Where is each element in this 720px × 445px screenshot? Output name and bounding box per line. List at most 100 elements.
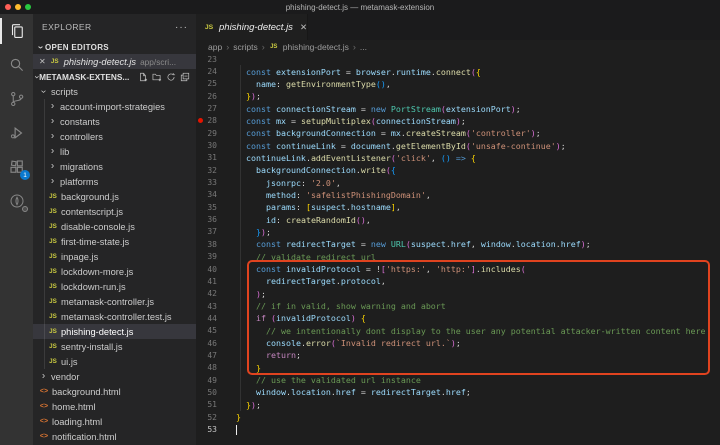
code-line-27[interactable]: 27 const connectionStream = new PortStre… [196,102,720,114]
js-file-icon: JS [48,343,58,350]
source-control-icon[interactable] [0,82,33,116]
code-line-52[interactable]: 52} [196,411,720,423]
code-line-39[interactable]: 39 // validate redirect url [196,251,720,263]
code-line-47[interactable]: 47 return; [196,349,720,361]
code-line-36[interactable]: 36 id: createRandomId(), [196,213,720,225]
chevron-right-icon: › [48,146,57,157]
code-line-33[interactable]: 33 jsonrpc: '2.0', [196,176,720,188]
code-line-24[interactable]: 24 const extensionPort = browser.runtime… [196,65,720,77]
code-text: } [217,363,261,373]
code-line-41[interactable]: 41 redirectTarget.protocol, [196,275,720,287]
code-line-50[interactable]: 50 window.location.href = redirectTarget… [196,386,720,398]
tree-item-migrations[interactable]: ›migrations [33,159,196,174]
tree-item-vendor[interactable]: ›vendor [33,369,196,384]
breadcrumb-item[interactable]: app [208,42,222,52]
code-line-30[interactable]: 30 const continueLink = document.getElem… [196,139,720,151]
breakpoint-icon[interactable] [196,118,204,123]
tree-item-account-import-strategies[interactable]: ›account-import-strategies [33,99,196,114]
workspace-section[interactable]: › METAMASK-EXTENS... [33,69,196,84]
tree-item-sentry-install-js[interactable]: JSsentry-install.js [33,339,196,354]
collapse-all-icon[interactable] [180,72,190,82]
line-number: 46 [204,339,217,348]
tree-item-disable-console-js[interactable]: JSdisable-console.js [33,219,196,234]
tree-item-lockdown-run-js[interactable]: JSlockdown-run.js [33,279,196,294]
code-line-35[interactable]: 35 params: [suspect.hostname], [196,201,720,213]
code-line-42[interactable]: 42 ); [196,288,720,300]
tree-item-metamask-controller-js[interactable]: JSmetamask-controller.js [33,294,196,309]
chevron-right-icon: › [48,176,57,187]
tree-item-label: constants [60,117,100,127]
tree-item-ui-js[interactable]: JSui.js [33,354,196,369]
tree-item-contentscript-js[interactable]: JScontentscript.js [33,204,196,219]
tree-item-loading-html[interactable]: <>loading.html [33,414,196,429]
tab-phishing-detect[interactable]: JS phishing-detect.js ✕ [196,14,308,40]
js-file-icon: JS [48,298,58,305]
code-line-23[interactable]: 23 [196,53,720,65]
breadcrumb-item[interactable]: scripts [233,42,258,52]
tree-item-background-html[interactable]: <>background.html [33,384,196,399]
html-file-icon: <> [39,388,49,395]
open-editors-section[interactable]: › OPEN EDITORS [33,40,196,54]
code-line-43[interactable]: 43 // if in valid, show warning and abor… [196,300,720,312]
code-line-40[interactable]: 40 const invalidProtocol = !['https:', '… [196,263,720,275]
vscode-window: phishing-detect.js — metamask-extension [0,0,720,445]
code-line-45[interactable]: 45 // we intentionally dont display to t… [196,325,720,337]
code-line-37[interactable]: 37 }); [196,226,720,238]
search-icon[interactable] [0,48,33,82]
tree-item-background-js[interactable]: JSbackground.js [33,189,196,204]
code-line-44[interactable]: 44 if (invalidProtocol) { [196,312,720,324]
code-line-53[interactable]: 53 [196,423,720,435]
extension-sub-badge [22,206,28,212]
breadcrumb-item[interactable]: phishing-detect.js [283,42,349,52]
tree-item-inpage-js[interactable]: JSinpage.js [33,249,196,264]
tree-item-notification-html[interactable]: <>notification.html [33,429,196,444]
line-number: 52 [204,413,217,422]
code-line-25[interactable]: 25 name: getEnvironmentType(), [196,78,720,90]
code-editor[interactable]: 2324 const extensionPort = browser.runti… [196,53,720,445]
code-line-51[interactable]: 51 }); [196,399,720,411]
tree-item-lib[interactable]: ›lib [33,144,196,159]
code-line-26[interactable]: 26 }); [196,90,720,102]
code-line-49[interactable]: 49 // use the validated url instance [196,374,720,386]
tree-item-platforms[interactable]: ›platforms [33,174,196,189]
tree-item-first-time-state-js[interactable]: JSfirst-time-state.js [33,234,196,249]
explorer-more-actions-icon[interactable]: ··· [175,22,188,33]
code-text: // we intentionally dont display to the … [217,326,706,336]
code-line-46[interactable]: 46 console.error(`Invalid redirect url.`… [196,337,720,349]
tree-item-label: home.html [52,402,95,412]
refresh-icon[interactable] [166,72,176,82]
new-file-icon[interactable] [138,72,148,82]
extensions-icon[interactable]: 1 [0,150,33,184]
tree-item-label: phishing-detect.js [61,327,133,337]
code-line-38[interactable]: 38 const redirectTarget = new URL(suspec… [196,238,720,250]
close-icon[interactable]: ✕ [39,57,46,66]
tree-item-metamask-controller-test-js[interactable]: JSmetamask-controller.test.js [33,309,196,324]
tree-item-constants[interactable]: ›constants [33,114,196,129]
close-tab-icon[interactable]: ✕ [300,22,307,33]
html-file-icon: <> [39,403,49,410]
tree-item-lockdown-more-js[interactable]: JSlockdown-more.js [33,264,196,279]
code-line-31[interactable]: 31 continueLink.addEventListener('click'… [196,152,720,164]
tree-item-phishing-detect-js[interactable]: JSphishing-detect.js [33,324,196,339]
new-folder-icon[interactable] [152,72,162,82]
code-line-29[interactable]: 29 const backgroundConnection = mx.creat… [196,127,720,139]
explorer-icon[interactable] [0,14,33,48]
code-line-28[interactable]: 28 const mx = setupMultiplex(connectionS… [196,115,720,127]
html-file-icon: <> [39,433,49,440]
code-line-48[interactable]: 48 } [196,362,720,374]
breadcrumb-item[interactable]: ... [360,42,367,52]
tree-item-label: first-time-state.js [61,237,129,247]
code-line-34[interactable]: 34 method: 'safelistPhishingDomain', [196,189,720,201]
run-debug-icon[interactable] [0,116,33,150]
tree-item-label: loading.html [52,417,102,427]
code-text: }); [217,227,271,237]
window-title: phishing-detect.js — metamask-extension [0,3,720,12]
tree-item-controllers[interactable]: ›controllers [33,129,196,144]
tree-item-scripts[interactable]: ›scripts [33,84,196,99]
tab-bar: JS phishing-detect.js ✕ [196,14,720,40]
code-line-32[interactable]: 32 backgroundConnection.write({ [196,164,720,176]
open-editor-item[interactable]: ✕ JS phishing-detect.js app/scri... [33,54,196,69]
tree-item-home-html[interactable]: <>home.html [33,399,196,414]
extension-circle-icon[interactable] [0,184,33,218]
line-number: 24 [204,67,217,76]
